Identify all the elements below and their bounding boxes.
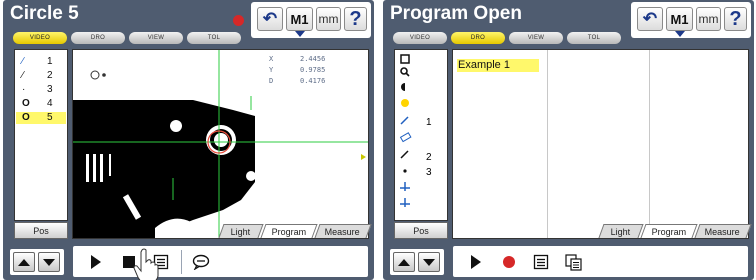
copy-icon	[565, 253, 582, 271]
undo-button[interactable]: ↶	[637, 7, 663, 31]
tab-video[interactable]: VIDEO	[13, 32, 67, 44]
list-item[interactable]: ∕ 1	[16, 56, 66, 68]
list-item[interactable]: ∕ 2	[16, 70, 66, 82]
arrow-up-icon	[398, 258, 410, 266]
tool-number: 3	[426, 167, 432, 178]
tab-tol[interactable]: TOL	[187, 32, 241, 44]
play-button[interactable]	[83, 250, 109, 274]
tab-program[interactable]: Program	[640, 224, 698, 238]
tool-icons	[399, 54, 412, 207]
point-icon: ·	[22, 84, 26, 95]
list-item[interactable]: Example 1	[457, 59, 539, 72]
readout-x-label: X	[269, 55, 274, 63]
tool-list: 1 2 3	[394, 49, 448, 221]
tab-dro[interactable]: DRO	[451, 32, 505, 44]
line-icon: ∕	[22, 70, 24, 81]
hand-pointer-icon	[133, 248, 159, 280]
speech-bubble-icon	[192, 254, 210, 270]
readout-y-label: Y	[269, 66, 274, 74]
play-icon	[471, 255, 481, 269]
tab-measure[interactable]: Measure	[314, 224, 372, 238]
tool-number: 1	[426, 117, 432, 128]
undo-icon: ↶	[642, 9, 658, 28]
tab-video[interactable]: VIDEO	[393, 32, 447, 44]
list-button[interactable]	[528, 250, 554, 274]
record-button[interactable]	[496, 250, 522, 274]
page-title: Program Open	[390, 3, 522, 24]
copy-button[interactable]	[561, 250, 587, 274]
scroll-up-button[interactable]	[393, 252, 415, 272]
scroll-down-button[interactable]	[418, 252, 440, 272]
feature-list: ∕ 1 ∕ 2 · 3 O 4 O 5	[14, 49, 68, 221]
help-button[interactable]: ?	[724, 7, 747, 31]
tab-dro[interactable]: DRO	[71, 32, 125, 44]
tab-view[interactable]: VIEW	[129, 32, 183, 44]
list-item[interactable]: O 5	[16, 112, 66, 124]
m1-indicator-icon	[295, 31, 305, 37]
tab-measure[interactable]: Measure	[694, 224, 752, 238]
readout-y-value: 0.9785	[300, 66, 326, 74]
list-icon	[533, 254, 549, 270]
m1-button[interactable]: M1	[666, 7, 693, 31]
header-buttons: ↶ M1 mm ?	[251, 2, 371, 38]
arrow-down-icon	[43, 258, 55, 266]
comment-button[interactable]	[188, 250, 214, 274]
header-buttons: ↶ M1 mm ?	[631, 2, 751, 38]
tab-program[interactable]: Program	[260, 224, 318, 238]
bottom-bar	[3, 241, 374, 280]
toolbar-divider	[181, 250, 182, 274]
page-title: Circle 5	[10, 3, 79, 24]
readout-d-label: D	[269, 77, 274, 85]
circle-icon: O	[22, 98, 30, 109]
list-item[interactable]: · 3	[16, 84, 66, 96]
tool-number: 2	[426, 152, 432, 163]
column-divider	[649, 50, 650, 238]
program-toolbar	[73, 246, 368, 280]
undo-icon: ↶	[262, 9, 278, 28]
scroll-down-button[interactable]	[38, 252, 60, 272]
undo-button[interactable]: ↶	[257, 7, 283, 31]
units-button[interactable]: mm	[696, 7, 721, 31]
video-view[interactable]: X 2.4456 Y 0.9785 D 0.4176	[72, 49, 369, 239]
help-button[interactable]: ?	[344, 7, 367, 31]
play-button[interactable]	[463, 250, 489, 274]
record-indicator-icon	[233, 15, 244, 26]
record-icon	[503, 256, 515, 268]
play-icon	[91, 255, 101, 269]
m1-indicator-icon	[675, 31, 685, 37]
program-list[interactable]: Example 1	[452, 49, 749, 239]
bottom-bar	[383, 241, 754, 280]
arrow-down-icon	[423, 258, 435, 266]
pos-button[interactable]: Pos	[14, 222, 68, 239]
readout-x-value: 2.4456	[300, 55, 326, 63]
tab-view[interactable]: VIEW	[509, 32, 563, 44]
column-divider	[547, 50, 548, 238]
program-toolbar	[453, 246, 748, 277]
m1-button[interactable]: M1	[286, 7, 313, 31]
right-panel: Program Open ↶ M1 mm ? VIDEO DRO VIEW TO…	[383, 0, 754, 280]
tab-tol[interactable]: TOL	[567, 32, 621, 44]
line-icon: ∕	[22, 56, 24, 67]
left-panel: Circle 5 ↶ M1 mm ? VIDEO DRO VIEW TOL ∕ …	[3, 0, 374, 280]
readout-d-value: 0.4176	[300, 77, 326, 85]
arrow-up-icon	[18, 258, 30, 266]
units-button[interactable]: mm	[316, 7, 341, 31]
scroll-up-button[interactable]	[13, 252, 35, 272]
tab-light[interactable]: Light	[218, 224, 264, 238]
scroll-buttons	[10, 249, 64, 275]
tab-light[interactable]: Light	[598, 224, 644, 238]
list-item[interactable]: O 4	[16, 98, 66, 110]
pos-button[interactable]: Pos	[394, 222, 448, 239]
circle-icon: O	[22, 112, 30, 123]
scroll-buttons	[390, 249, 444, 275]
